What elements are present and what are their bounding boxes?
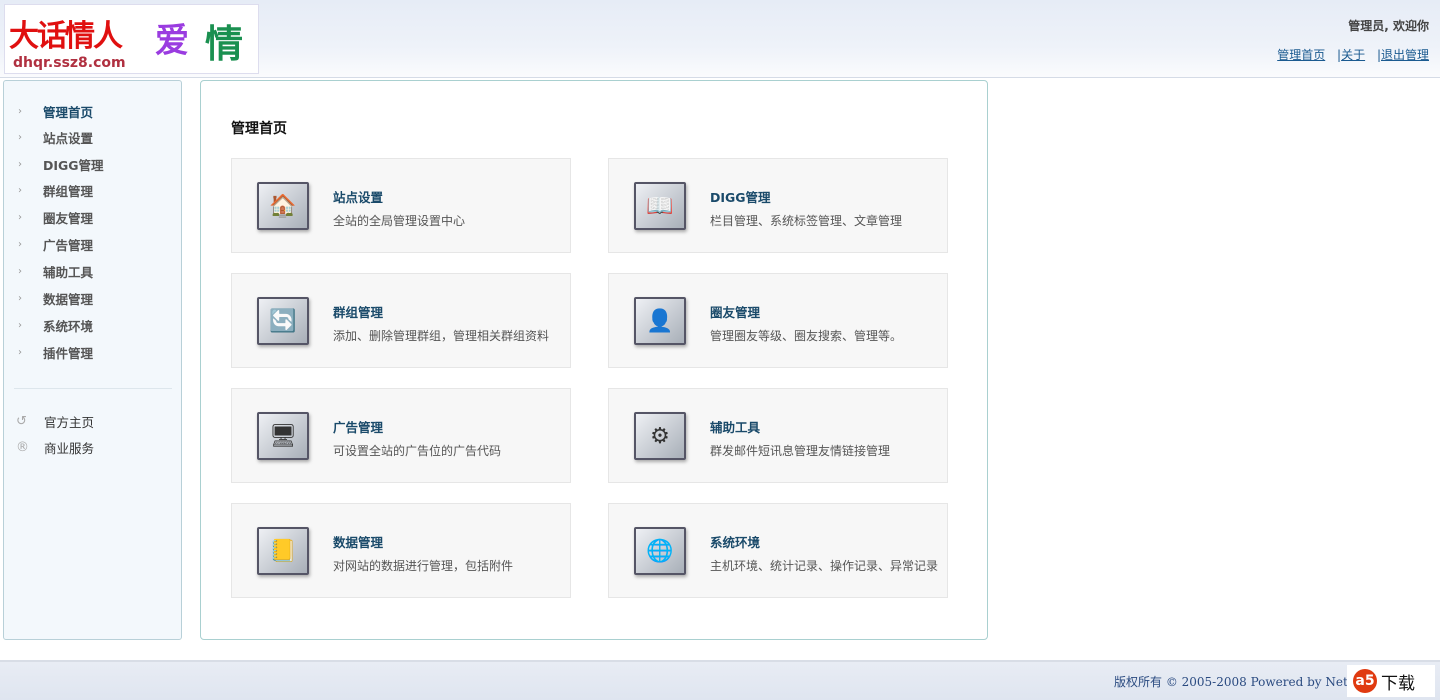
sidebar-item[interactable]: › 站点设置 [18,127,93,147]
module-icon: 🏠 [257,182,309,230]
footer: 版权所有 © 2005-2008 Powered by Netv a5 下载 [0,660,1440,700]
page-title: 管理首页 [231,121,287,137]
sidebar-item[interactable]: › 群组管理 [18,180,93,200]
a5-download-logo[interactable]: a5 下载 [1347,665,1435,697]
sidebar-external-link[interactable]: ® 商业服务 [16,437,94,457]
module-icon: 📖 [634,182,686,230]
chevron-right-icon: › [18,346,22,358]
sidebar-item[interactable]: › 管理首页 [18,101,93,121]
logo-qing: 情 [205,21,244,66]
link-logout[interactable]: 退出管理 [1381,48,1429,62]
sidebar-item[interactable]: › 系统环境 [18,315,93,335]
logo-url: dhqr.ssz8.com [13,55,126,71]
module-card[interactable]: 🔄 群组管理添加、删除管理群组，管理相关群组资料 [231,273,571,368]
site-logo[interactable]: 大话情人 爱 情 dhqr.ssz8.com [4,4,259,74]
link-admin-home[interactable]: 管理首页 [1277,48,1325,62]
chevron-right-icon: › [18,158,22,170]
module-icon: ⚙ [634,412,686,460]
sidebar-divider [14,388,172,389]
logo-title: 大话情人 [9,19,123,54]
sidebar-item-label: 群组管理 [43,183,94,199]
module-card[interactable]: 📖 DIGG管理栏目管理、系统标签管理、文章管理 [608,158,948,253]
module-title[interactable]: 广告管理 [333,417,383,436]
chevron-right-icon: › [18,131,22,143]
sidebar-item[interactable]: › 广告管理 [18,234,93,254]
link-about[interactable]: 关于 [1341,48,1365,62]
module-card[interactable]: 📒 数据管理对网站的数据进行管理，包括附件 [231,503,571,598]
module-description: 可设置全站的广告位的广告代码 [333,444,502,458]
a5-text: 下载 [1381,673,1415,694]
sidebar-item[interactable]: › 圈友管理 [18,207,93,227]
logo-love: 爱 [155,21,189,61]
module-card[interactable]: 🖥 广告管理可设置全站的广告位的广告代码 [231,388,571,483]
module-description: 对网站的数据进行管理，包括附件 [333,559,514,573]
chevron-right-icon: › [18,184,22,196]
sidebar-external-link[interactable]: ↺ 官方主页 [16,411,94,431]
check-circle-icon: ↺ [16,413,27,429]
external-link-label: 商业服务 [44,440,95,456]
module-title[interactable]: 圈友管理 [710,302,760,321]
module-card[interactable]: ⚙ 辅助工具群发邮件短讯息管理友情链接管理 [608,388,948,483]
module-description: 管理圈友等级、圈友搜索、管理等。 [710,329,903,343]
sidebar-item[interactable]: › DIGG管理 [18,154,104,174]
module-title[interactable]: 系统环境 [710,532,760,551]
sidebar-item-label: 圈友管理 [43,210,94,226]
module-title[interactable]: 群组管理 [333,302,383,321]
module-description: 添加、删除管理群组，管理相关群组资料 [333,329,550,343]
module-icon: 👤 [634,297,686,345]
module-title[interactable]: DIGG管理 [710,187,771,206]
top-links: 管理首页 |关于 |退出管理 [1277,48,1429,62]
chevron-right-icon: › [18,105,22,117]
a5-badge: a5 [1353,669,1377,693]
external-link-label: 官方主页 [44,414,95,430]
sidebar-item-label: 系统环境 [43,318,94,334]
chevron-right-icon: › [18,211,22,223]
module-description: 群发邮件短讯息管理友情链接管理 [710,444,891,458]
header: 大话情人 爱 情 dhqr.ssz8.com 管理员, 欢迎你 管理首页 |关于… [0,0,1440,78]
main-panel: 管理首页 🏠 站点设置全站的全局管理设置中心 📖 DIGG管理栏目管理、系统标签管理、… [200,80,988,640]
sidebar-item[interactable]: › 数据管理 [18,288,93,308]
module-card[interactable]: 👤 圈友管理管理圈友等级、圈友搜索、管理等。 [608,273,948,368]
chevron-right-icon: › [18,292,22,304]
chevron-right-icon: › [18,265,22,277]
module-icon: 🖥 [257,412,309,460]
module-description: 栏目管理、系统标签管理、文章管理 [710,214,903,228]
sidebar-item[interactable]: › 插件管理 [18,342,93,362]
sidebar-item-label: 管理首页 [43,104,94,120]
sidebar-item-label: 插件管理 [43,345,94,361]
module-icon: 📒 [257,527,309,575]
module-card[interactable]: 🌐 系统环境主机环境、统计记录、操作记录、异常记录 [608,503,948,598]
sidebar: › 管理首页 › 站点设置 › DIGG管理 › 群组管理 › 圈友管理 › 广告管理 › 辅助工具 › 数据… [3,80,182,640]
welcome-text: 管理员, 欢迎你 [1348,19,1429,33]
module-title[interactable]: 数据管理 [333,532,383,551]
copyright: 版权所有 © 2005-2008 Powered by Netv [1114,675,1355,689]
sidebar-item-label: 站点设置 [43,130,94,146]
module-description: 全站的全局管理设置中心 [333,214,466,228]
module-description: 主机环境、统计记录、操作记录、异常记录 [710,559,939,573]
chevron-right-icon: › [18,238,22,250]
registered-icon: ® [16,439,29,455]
module-icon: 🔄 [257,297,309,345]
sidebar-item-label: 广告管理 [43,237,94,253]
sidebar-item-label: 数据管理 [43,291,94,307]
sidebar-item[interactable]: › 辅助工具 [18,261,93,281]
chevron-right-icon: › [18,319,22,331]
module-card[interactable]: 🏠 站点设置全站的全局管理设置中心 [231,158,571,253]
module-title[interactable]: 辅助工具 [710,417,760,436]
sidebar-item-label: DIGG管理 [43,157,104,173]
module-icon: 🌐 [634,527,686,575]
module-title[interactable]: 站点设置 [333,187,383,206]
sidebar-item-label: 辅助工具 [43,264,94,280]
